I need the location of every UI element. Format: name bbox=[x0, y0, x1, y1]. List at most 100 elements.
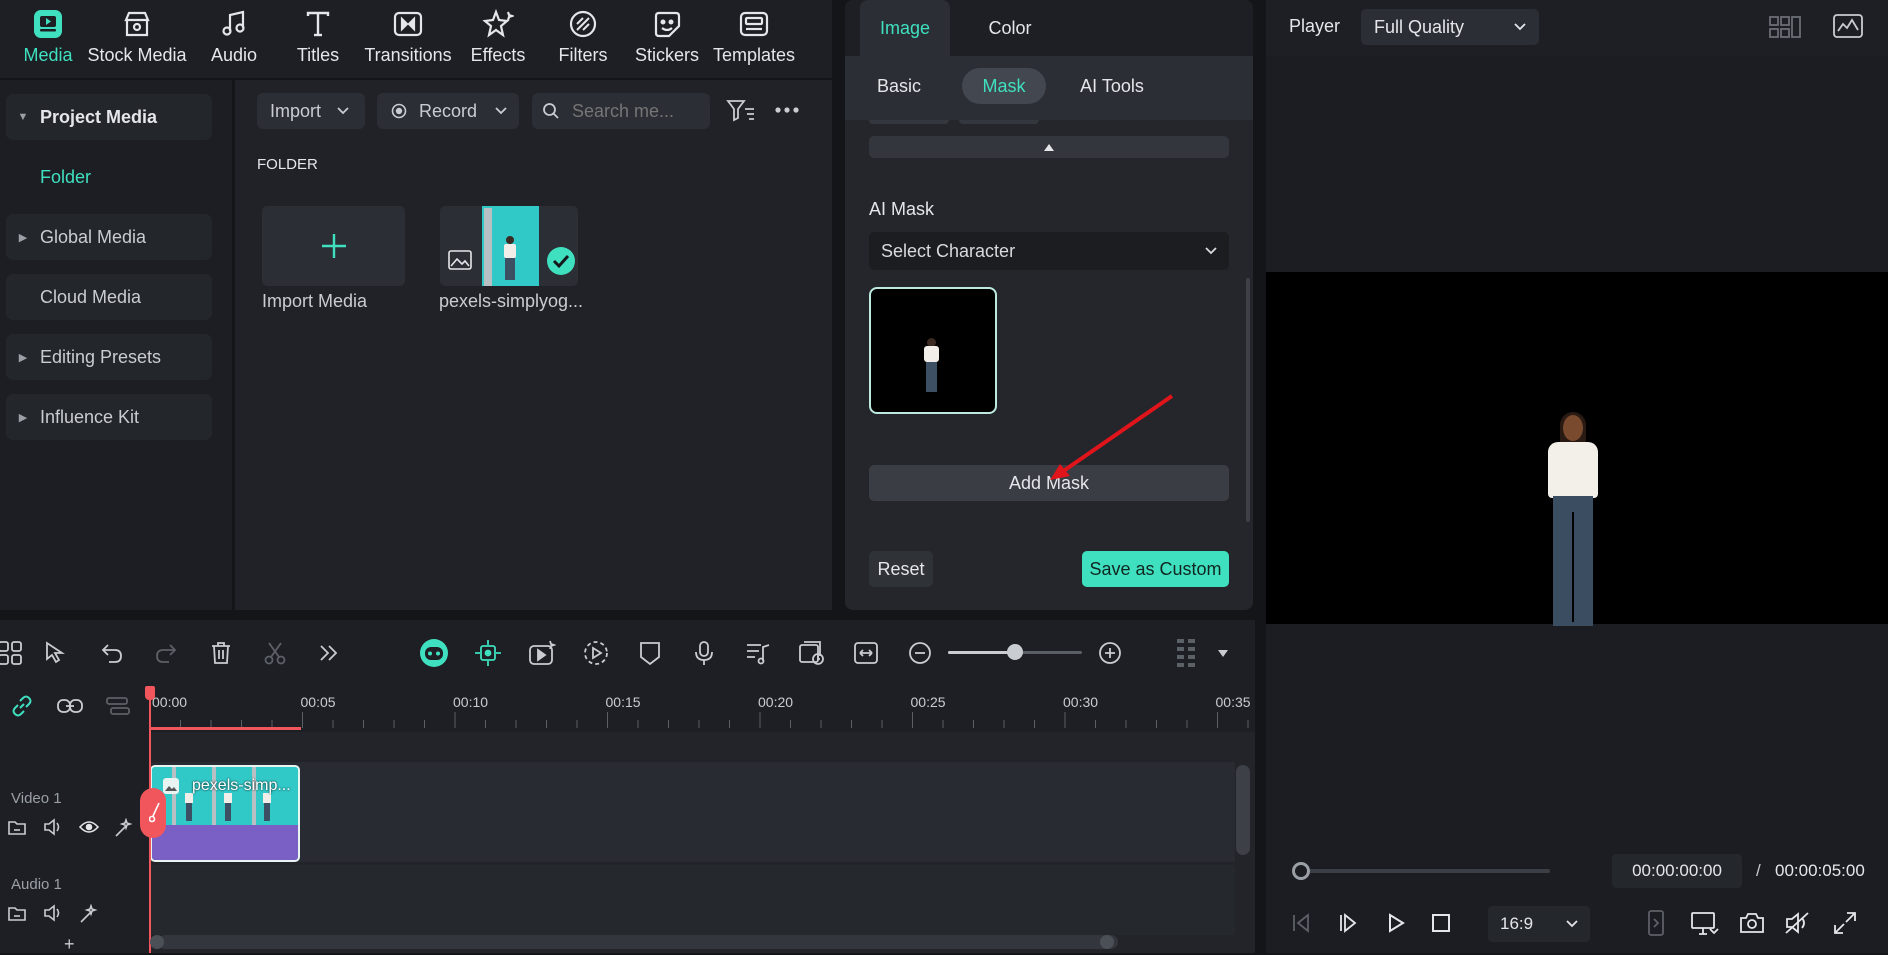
stop-icon[interactable] bbox=[1431, 913, 1451, 933]
tab-titles[interactable]: Titles bbox=[270, 0, 366, 78]
scrollbar-right-handle[interactable] bbox=[1100, 935, 1114, 949]
tab-media[interactable]: Media bbox=[0, 0, 96, 78]
search-field[interactable] bbox=[532, 93, 710, 129]
playhead-scissor-marker[interactable] bbox=[140, 788, 166, 838]
check-icon bbox=[546, 246, 576, 276]
select-cursor-icon[interactable] bbox=[36, 633, 76, 673]
fit-timeline-icon[interactable] bbox=[846, 633, 886, 673]
timeline-video-clip[interactable]: pexels-simp... bbox=[150, 765, 300, 862]
previous-frame-icon[interactable] bbox=[1290, 912, 1312, 934]
clip-label: pexels-simp... bbox=[192, 777, 291, 794]
tab-templates[interactable]: Templates bbox=[706, 0, 802, 78]
tab-color[interactable]: Color bbox=[965, 0, 1055, 56]
media-clip-thumbnail[interactable] bbox=[440, 206, 578, 286]
record-dropdown[interactable]: Record bbox=[377, 93, 519, 129]
track-visibility-eye-icon[interactable] bbox=[79, 820, 99, 834]
play-icon[interactable] bbox=[1385, 912, 1407, 934]
reset-button[interactable]: Reset bbox=[869, 551, 933, 587]
props-scrollbar[interactable] bbox=[1246, 278, 1250, 522]
mask-shape-option[interactable] bbox=[959, 120, 1039, 124]
waveform-monitor-icon[interactable] bbox=[1833, 14, 1863, 38]
track-volume-icon[interactable] bbox=[43, 818, 63, 836]
subtab-ai-tools[interactable]: AI Tools bbox=[1067, 68, 1157, 104]
group-link-icon[interactable] bbox=[50, 686, 90, 726]
quality-dropdown[interactable]: Full Quality bbox=[1361, 9, 1539, 45]
filter-icon[interactable] bbox=[726, 98, 756, 124]
scrollbar-left-handle[interactable] bbox=[150, 935, 164, 949]
sidebar-item-label: Project Media bbox=[40, 106, 158, 127]
audio-mute-icon[interactable] bbox=[1784, 911, 1812, 935]
sidebar-item-project-media[interactable]: ▼ Project Media bbox=[6, 94, 212, 140]
playback-progress-handle[interactable] bbox=[1292, 862, 1310, 880]
timeline-vertical-scrollbar[interactable] bbox=[1236, 765, 1250, 855]
more-options-icon[interactable] bbox=[775, 107, 799, 113]
mask-shape-option[interactable] bbox=[869, 120, 949, 124]
sidebar-item-global-media[interactable]: ▶ Global Media bbox=[6, 214, 212, 260]
microphone-icon[interactable] bbox=[684, 633, 724, 673]
display-settings-icon[interactable] bbox=[1690, 911, 1720, 937]
track-magic-wand-icon[interactable] bbox=[114, 818, 134, 838]
undo-icon[interactable] bbox=[92, 633, 132, 673]
playhead-handle[interactable] bbox=[145, 686, 155, 700]
add-track-plus-icon[interactable]: + bbox=[64, 934, 75, 955]
playback-progress-track[interactable] bbox=[1298, 869, 1550, 873]
mobile-preview-icon[interactable] bbox=[1647, 909, 1665, 937]
speed-ramp-icon[interactable] bbox=[576, 633, 616, 673]
next-frame-icon[interactable] bbox=[1337, 912, 1359, 934]
ai-assistant-icon[interactable] bbox=[414, 633, 454, 673]
ai-video-effect-icon[interactable] bbox=[522, 633, 562, 673]
subtab-mask[interactable]: Mask bbox=[962, 68, 1046, 104]
tab-stock-media[interactable]: Stock Media bbox=[87, 0, 187, 78]
record-label: Record bbox=[419, 100, 478, 121]
sidebar-item-editing-presets[interactable]: ▶ Editing Presets bbox=[6, 334, 212, 380]
drag-grip-icon[interactable] bbox=[1166, 633, 1206, 673]
aspect-ratio-dropdown[interactable]: 16:9 bbox=[1488, 906, 1590, 942]
fullscreen-icon[interactable] bbox=[1833, 911, 1857, 935]
link-icon[interactable] bbox=[2, 686, 42, 726]
tab-transitions[interactable]: Transitions bbox=[360, 0, 456, 78]
save-as-custom-button[interactable]: Save as Custom bbox=[1082, 551, 1229, 587]
sidebar-item-influence-kit[interactable]: ▶ Influence Kit bbox=[6, 394, 212, 440]
track-magic-wand-icon[interactable] bbox=[79, 904, 99, 924]
track-layout-icon[interactable] bbox=[98, 686, 138, 726]
auto-reframe-icon[interactable] bbox=[468, 633, 508, 673]
zoom-out-icon[interactable] bbox=[900, 633, 940, 673]
more-tools-chevron-icon[interactable] bbox=[309, 633, 349, 673]
grid-layout-icon[interactable] bbox=[0, 633, 30, 673]
zoom-in-icon[interactable] bbox=[1090, 633, 1130, 673]
tab-titles-label: Titles bbox=[296, 45, 340, 65]
zoom-slider-handle[interactable] bbox=[1007, 644, 1023, 660]
sidebar-item-folder[interactable]: Folder bbox=[6, 154, 212, 200]
track-folder-icon[interactable] bbox=[8, 905, 26, 921]
track-folder-icon[interactable] bbox=[8, 819, 26, 835]
track-volume-icon[interactable] bbox=[43, 904, 63, 922]
snapshot-camera-icon[interactable] bbox=[1739, 912, 1765, 934]
tab-stickers[interactable]: Stickers bbox=[619, 0, 715, 78]
delete-trash-icon[interactable] bbox=[201, 633, 241, 673]
timeline-horizontal-scrollbar[interactable] bbox=[158, 935, 1118, 949]
sidebar-item-cloud-media[interactable]: Cloud Media bbox=[6, 274, 212, 320]
tab-audio[interactable]: Audio bbox=[186, 0, 282, 78]
import-dropdown[interactable]: Import bbox=[257, 93, 365, 129]
import-media-tile[interactable] bbox=[262, 206, 405, 286]
collapse-toggle[interactable] bbox=[869, 136, 1229, 158]
tab-image[interactable]: Image bbox=[860, 0, 950, 56]
tab-effects[interactable]: Effects bbox=[450, 0, 546, 78]
record-icon bbox=[391, 103, 407, 119]
tab-filters[interactable]: Filters bbox=[535, 0, 631, 78]
redo-icon[interactable] bbox=[146, 633, 186, 673]
layout-icon[interactable] bbox=[1769, 16, 1801, 38]
search-input[interactable] bbox=[572, 100, 702, 122]
subtab-basic[interactable]: Basic bbox=[861, 68, 937, 104]
caret-right-icon: ▶ bbox=[18, 351, 28, 364]
clip-image-icon bbox=[162, 777, 180, 795]
scissors-icon bbox=[149, 802, 160, 823]
marker-shield-icon[interactable] bbox=[630, 633, 670, 673]
ai-mask-preview[interactable] bbox=[869, 287, 997, 414]
split-scissors-icon[interactable] bbox=[255, 633, 295, 673]
caret-down-icon[interactable] bbox=[1203, 633, 1243, 673]
select-character-dropdown[interactable]: Select Character bbox=[869, 232, 1229, 270]
clip-settings-icon[interactable] bbox=[792, 633, 832, 673]
current-time[interactable]: 00:00:00:00 bbox=[1612, 854, 1742, 888]
music-list-icon[interactable] bbox=[738, 633, 778, 673]
